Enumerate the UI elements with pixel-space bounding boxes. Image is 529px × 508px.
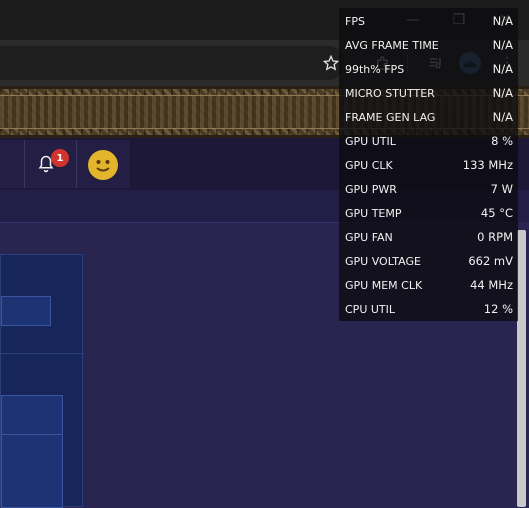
overlay-row-gpu-util: GPU UTIL 8 % bbox=[345, 134, 513, 148]
content-panel bbox=[0, 254, 84, 508]
overlay-row-gpu-clk: GPU CLK 133 MHz bbox=[345, 158, 513, 172]
user-nav-group: 1 bbox=[0, 140, 130, 188]
user-avatar-smiley-icon[interactable] bbox=[88, 150, 118, 180]
notification-badge: 1 bbox=[51, 149, 69, 167]
overlay-row-micro-stutter: MICRO STUTTER N/A bbox=[345, 86, 513, 100]
address-bar[interactable] bbox=[0, 46, 345, 80]
panel-box[interactable] bbox=[1, 395, 63, 435]
panel-divider bbox=[1, 353, 84, 354]
scrollbar-thumb[interactable] bbox=[517, 230, 526, 507]
overlay-row-frame-gen-lag: FRAME GEN LAG N/A bbox=[345, 110, 513, 124]
overlay-row-gpu-voltage: GPU VOLTAGE 662 mV bbox=[345, 254, 513, 268]
panel-box[interactable] bbox=[1, 435, 63, 508]
panel-input-field[interactable] bbox=[1, 296, 51, 326]
overlay-row-gpu-pwr: GPU PWR 7 W bbox=[345, 182, 513, 196]
overlay-row-avg-frame-time: AVG FRAME TIME N/A bbox=[345, 38, 513, 52]
nav-divider bbox=[76, 140, 77, 188]
overlay-row-99th-fps: 99th% FPS N/A bbox=[345, 62, 513, 76]
overlay-row-fps: FPS N/A bbox=[345, 14, 513, 28]
overlay-row-gpu-temp: GPU TEMP 45 °C bbox=[345, 206, 513, 220]
overlay-row-gpu-fan: GPU FAN 0 RPM bbox=[345, 230, 513, 244]
overlay-row-cpu-util: CPU UTIL 12 % bbox=[345, 302, 513, 316]
overlay-row-gpu-mem-clk: GPU MEM CLK 44 MHz bbox=[345, 278, 513, 292]
performance-overlay: FPS N/A AVG FRAME TIME N/A 99th% FPS N/A MI… bbox=[339, 8, 518, 321]
